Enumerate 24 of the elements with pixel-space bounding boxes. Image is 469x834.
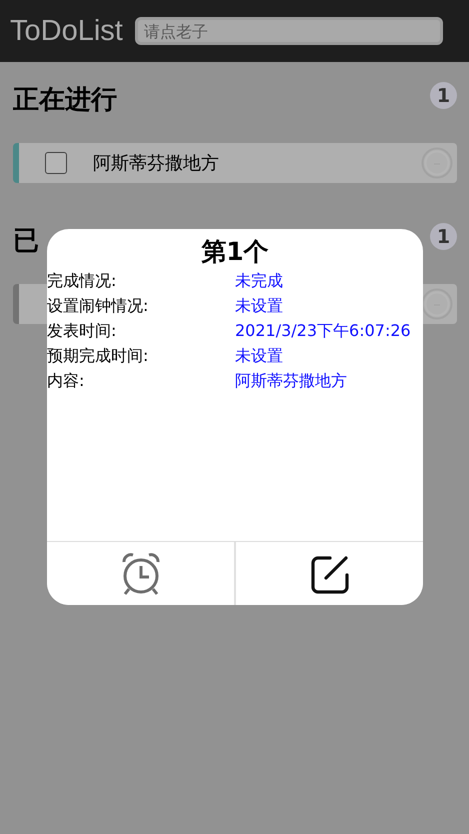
field-label: 发表时间: xyxy=(47,320,118,342)
field-value: 未设置 xyxy=(235,345,284,367)
app-title: ToDoList xyxy=(10,14,123,48)
field-label: 完成情况: xyxy=(47,270,118,292)
field-label: 内容: xyxy=(47,370,86,392)
field-value: 2021/3/23下午6:07:26 xyxy=(235,320,412,342)
section-title: 已 xyxy=(13,225,39,258)
field-value: 阿斯蒂芬撒地方 xyxy=(235,370,348,392)
count-badge: 1 xyxy=(430,82,457,109)
alarm-clock-icon xyxy=(120,552,162,596)
dialog-title: 第1个 xyxy=(200,236,270,268)
todo-item[interactable]: 阿斯蒂芬撒地方 xyxy=(13,143,457,183)
field-label: 预期完成时间: xyxy=(47,345,150,367)
remove-icon[interactable] xyxy=(421,288,453,320)
todo-text: 阿斯蒂芬撒地方 xyxy=(93,152,220,175)
alarm-button[interactable] xyxy=(47,542,236,605)
field-value: 未设置 xyxy=(235,295,284,317)
section-title: 正在进行 xyxy=(13,84,117,117)
edit-icon xyxy=(310,554,350,594)
field-value: 未完成 xyxy=(235,270,284,292)
field-label: 设置闹钟情况: xyxy=(47,295,150,317)
search-field[interactable]: 请点老子 xyxy=(134,17,443,45)
checkbox[interactable] xyxy=(45,152,67,174)
count-badge: 1 xyxy=(430,223,457,250)
